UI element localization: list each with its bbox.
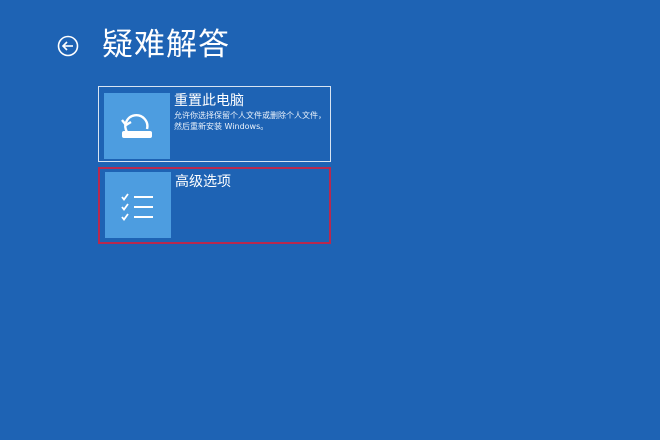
- troubleshoot-screen: 疑难解答 重置此电脑 允许你选择保留个人文件或删除个人文件，然后重新安装 Win…: [0, 0, 660, 440]
- page-title: 疑难解答: [102, 27, 230, 63]
- advanced-options-title: 高级选项: [175, 174, 231, 190]
- reset-pc-description: 允许你选择保留个人文件或删除个人文件，然后重新安装 Windows。: [174, 111, 326, 131]
- advanced-options-icon-tile: [105, 172, 171, 238]
- reset-pc-icon-tile: [104, 93, 170, 159]
- back-button[interactable]: [57, 35, 79, 57]
- back-arrow-icon: [57, 35, 79, 57]
- reset-pc-option[interactable]: 重置此电脑 允许你选择保留个人文件或删除个人文件，然后重新安装 Windows。: [98, 86, 331, 162]
- advanced-options-option[interactable]: 高级选项: [98, 167, 331, 244]
- reset-pc-title: 重置此电脑: [174, 93, 244, 109]
- reset-pc-icon: [121, 114, 152, 138]
- checklist-icon: [121, 193, 153, 221]
